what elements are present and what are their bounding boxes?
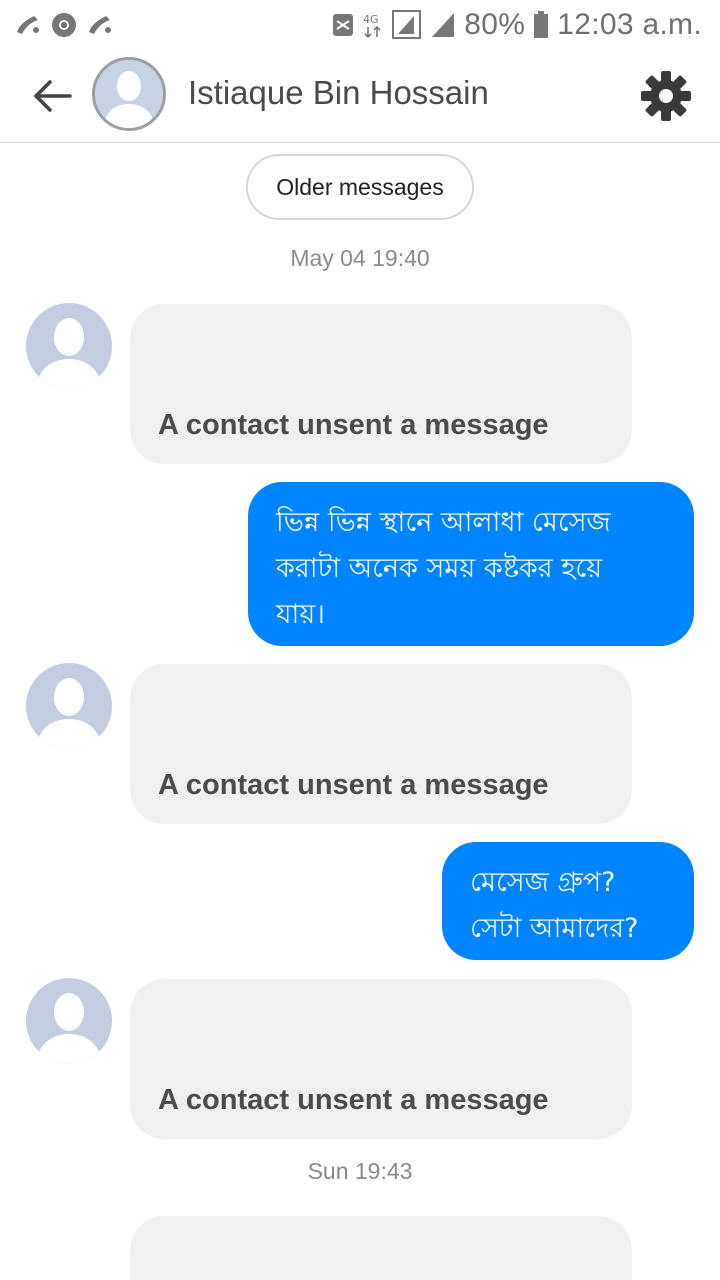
carrier-icon	[89, 16, 111, 34]
sender-avatar[interactable]	[26, 303, 112, 389]
message-line: মেসেজ গ্রুপ?	[470, 867, 616, 898]
sender-avatar[interactable]	[26, 978, 112, 1064]
message-icon	[333, 14, 354, 36]
chrome-icon	[52, 13, 76, 37]
sender-avatar[interactable]	[26, 663, 112, 749]
contact-avatar[interactable]	[92, 57, 166, 131]
status-bar: 4G 80% 12:03 a.m.	[0, 0, 720, 50]
status-right-icons: 4G 80% 12:03 a.m.	[332, 6, 702, 44]
carrier-icon	[17, 16, 39, 34]
unsent-message-text: A contact unsent a message	[158, 409, 549, 441]
message-bubble-partial[interactable]	[130, 1216, 632, 1280]
unsent-message-text: A contact unsent a message	[158, 1084, 549, 1116]
unsent-message-bubble[interactable]: A contact unsent a message	[130, 664, 632, 824]
unsent-message-text: A contact unsent a message	[158, 769, 549, 801]
message-line: যায়।	[276, 599, 325, 630]
svg-text:4G: 4G	[363, 13, 379, 26]
person-silhouette-icon	[36, 678, 102, 749]
battery-icon	[534, 11, 549, 38]
timestamp: May 04 19:40	[290, 245, 430, 271]
message-line: ভিন্ন ভিন্ন স্থানে আলাধা মেসেজ	[276, 507, 611, 538]
message-line: করাটা অনেক সময় কষ্টকর হয়ে	[276, 553, 603, 584]
message-line: সেটা আমাদের?	[470, 913, 639, 944]
unsent-message-bubble[interactable]: A contact unsent a message	[130, 979, 632, 1139]
older-messages-button[interactable]: Older messages	[246, 154, 474, 220]
person-silhouette-icon	[36, 318, 102, 389]
signal-icon	[432, 13, 455, 37]
person-silhouette-icon	[95, 60, 163, 128]
outgoing-message-bubble[interactable]: মেসেজ গ্রুপ? সেটা আমাদের?	[442, 842, 694, 960]
status-left-icons	[14, 8, 114, 42]
4g-icon: 4G	[363, 13, 381, 39]
conversation-header: Istiaque Bin Hossain	[0, 50, 720, 143]
unsent-message-bubble[interactable]: A contact unsent a message	[130, 304, 632, 464]
timestamp: Sun 19:43	[307, 1158, 413, 1184]
arrow-left-icon[interactable]	[28, 72, 76, 120]
person-silhouette-icon	[36, 993, 102, 1064]
signal-icon	[392, 10, 422, 39]
outgoing-message-bubble[interactable]: ভিন্ন ভিন্ন স্থানে আলাধা মেসেজ করাটা অনে…	[248, 482, 694, 646]
gear-icon[interactable]	[640, 70, 692, 122]
contact-name[interactable]: Istiaque Bin Hossain	[188, 74, 489, 112]
battery-percentage: 80%	[464, 8, 526, 41]
clock: 12:03 a.m.	[557, 8, 702, 41]
